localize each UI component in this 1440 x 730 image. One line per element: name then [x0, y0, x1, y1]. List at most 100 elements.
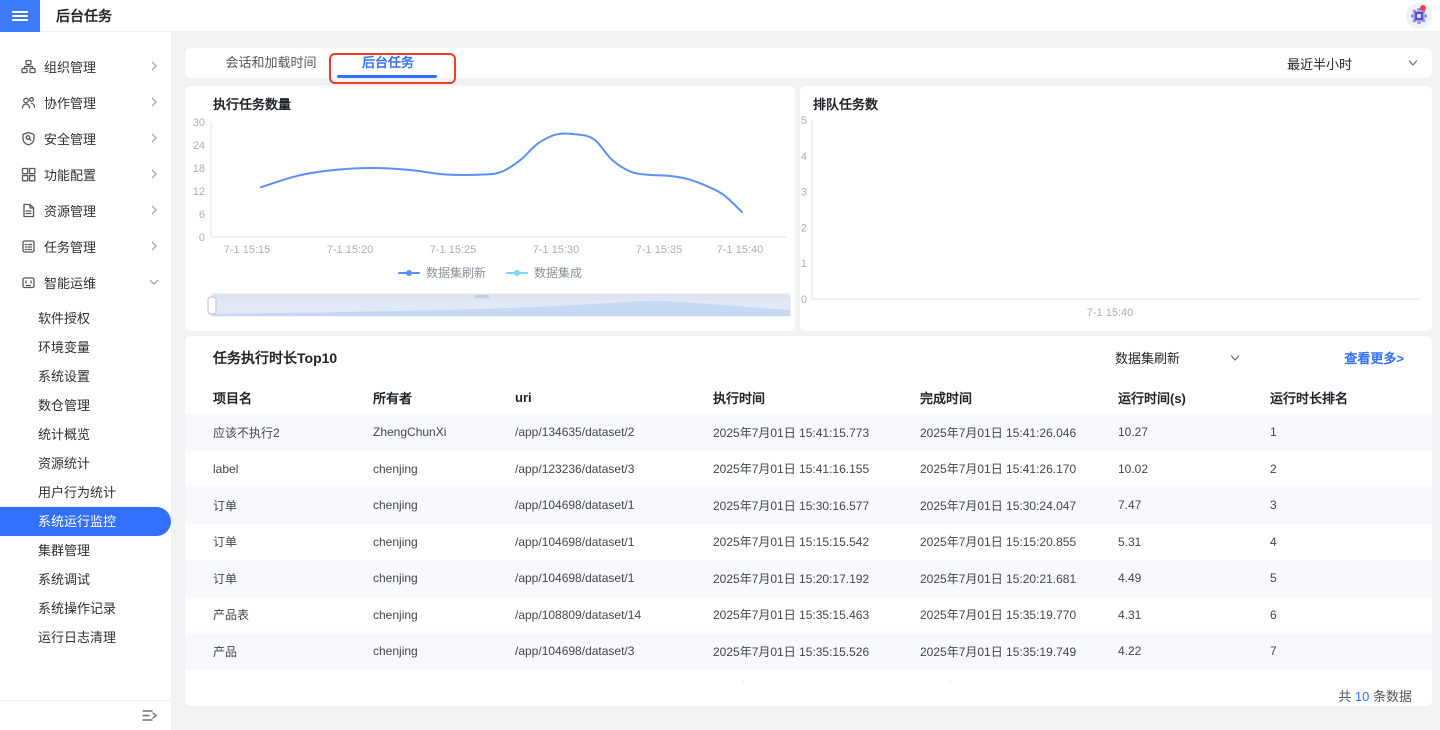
sidebar-subitem-12[interactable]: 运行日志清理	[0, 623, 171, 652]
sidebar-item-label: 协作管理	[44, 95, 97, 111]
sidebar-item-label: 功能配置	[44, 167, 97, 183]
table-cell: 2025年7月01日 15:15:15.542	[713, 535, 870, 550]
svg-text:7-1 15:35: 7-1 15:35	[636, 244, 682, 256]
org-icon	[20, 58, 36, 74]
sidebar-subitem-3[interactable]: 系统设置	[0, 362, 171, 391]
view-more-link[interactable]: 查看更多>	[1344, 348, 1404, 367]
column-header-1: 项目名	[213, 390, 253, 406]
table-body[interactable]: 应该不执行2 ZhengChunXi/app/134635/dataset/2 20…	[185, 414, 1432, 682]
table-cell: 3	[1270, 498, 1277, 513]
executing-tasks-line-chart[interactable]: 0 6 12 18 24 30 7-1 15:15 7-1 15:20 7-1 15:25 7-1…	[185, 86, 795, 331]
table-cell: 2025年7月01日 15:30:24.047	[920, 498, 1077, 513]
sidebar-subitem-9[interactable]: 集群管理	[0, 536, 171, 565]
legend-item-2[interactable]: 数据集成	[506, 264, 582, 281]
sidebar-subitem-8[interactable]: 系统运行监控	[0, 507, 171, 536]
table-cell: 2025年7月01日 15:20:21.681	[920, 571, 1077, 586]
tab-2[interactable]: 后台任务	[328, 48, 448, 78]
table-cell: 产品表	[213, 608, 250, 623]
sidebar-subitem-5[interactable]: 统计概览	[0, 420, 171, 449]
table-cell: ZhengChunXi	[373, 425, 447, 440]
time-range-select[interactable]: 最近半小时	[1287, 48, 1418, 78]
legend-item-1[interactable]: 数据集刷新	[397, 264, 486, 281]
table-cell: /app/104698/dataset/3	[515, 644, 635, 659]
datazoom-left-handle[interactable]	[207, 296, 217, 315]
chevron-down-icon	[1408, 60, 1418, 66]
footer-text: 条数据	[1369, 689, 1412, 704]
table-cell: chenjing	[373, 534, 418, 549]
hamburger-icon	[12, 11, 28, 21]
sidebar-item-5[interactable]: 资源管理	[0, 192, 171, 228]
series-line-refresh	[260, 132, 743, 214]
sidebar-item-6[interactable]: 任务管理	[0, 228, 171, 264]
sidebar-item-label: 任务管理	[44, 239, 97, 255]
sidebar-subitem-1[interactable]: 软件授权	[0, 304, 171, 333]
table-cell: 2	[1270, 461, 1277, 476]
task-duration-table-card: 任务执行时长Top10 数据集刷新 查看更多> 项目名 所有者 uri 执行时间 完成时…	[185, 336, 1432, 706]
table-cell: 2025年7月01日 15:35:15.526	[713, 644, 870, 659]
table-cell: 订单	[213, 571, 238, 586]
table-cell: 订单	[213, 498, 238, 513]
sidebar-subitem-7[interactable]: 用户行为统计	[0, 478, 171, 507]
table-cell: 2025年7月01日 15:35:19.846	[920, 679, 1118, 682]
robot-icon	[20, 274, 36, 290]
active-tab-underline	[337, 75, 437, 78]
legend-label: 数据集成	[534, 266, 583, 280]
app-gear-button[interactable]	[1406, 3, 1432, 29]
chevron-right-icon	[149, 239, 159, 254]
sidebar-collapse-button[interactable]	[142, 709, 157, 722]
table-row: 应该不执行2 ZhengChunXi/app/134635/dataset/2 20…	[185, 414, 1432, 451]
table-cell: chenjing	[373, 644, 418, 659]
team-icon	[20, 94, 36, 110]
column-header-7: 运行时长排名	[1270, 390, 1349, 406]
table-cell: chenjing	[373, 498, 418, 513]
table-filter-select[interactable]: 数据集刷新	[1115, 348, 1240, 367]
table-cell: /app/104698/dataset/1	[515, 571, 635, 586]
sidebar-item-2[interactable]: 协作管理	[0, 84, 171, 120]
footer-text: 共	[1338, 689, 1355, 704]
sidebar-item-4[interactable]: 功能配置	[0, 156, 171, 192]
notification-dot	[1420, 5, 1426, 11]
table-row: 订单 chenjing/app/104698/dataset/1 2025年7月01…	[185, 560, 1432, 597]
table-header-row: 项目名 所有者 uri 执行时间 完成时间 运行时间(s) 运行时长排名	[185, 380, 1432, 414]
legend-line-swatch	[506, 269, 528, 276]
table-cell: 7.47	[1118, 498, 1142, 513]
sidebar-subitem-11[interactable]: 系统操作记录	[0, 594, 171, 623]
svg-text:0: 0	[199, 232, 205, 244]
tab-1[interactable]: 会话和加载时间	[211, 48, 331, 78]
table-row: 订单 chenjing/app/104698/dataset/1 2025年7月01…	[185, 487, 1432, 524]
sidebar-subitem-6[interactable]: 资源统计	[0, 449, 171, 478]
svg-text:30: 30	[193, 117, 205, 129]
chevron-right-icon	[149, 167, 159, 182]
table-cell: chenjing	[373, 461, 418, 476]
table-cell: 10.02	[1118, 461, 1149, 476]
chevron-right-icon	[149, 131, 159, 146]
queued-tasks-line-chart[interactable]: 0 1 2 3 4 5 7-1 15:40	[800, 86, 1432, 331]
table-cell: 6	[1270, 607, 1277, 622]
hamburger-menu-button[interactable]	[0, 0, 40, 32]
sidebar-item-3[interactable]: 安全管理	[0, 120, 171, 156]
sidebar-item-1[interactable]: 组织管理	[0, 48, 171, 84]
column-header-3: uri	[515, 389, 532, 405]
sidebar-item-label: 组织管理	[44, 59, 97, 75]
executing-tasks-chart-card: 执行任务数量 0 6 12 18 24 30 7-1 15:15 7-1 15:20 7-1 1…	[185, 86, 795, 331]
datazoom-slider[interactable]	[207, 293, 791, 317]
sidebar-subitem-2[interactable]: 环境变量	[0, 333, 171, 362]
tab-bar: 会话和加载时间 后台任务 最近半小时	[185, 48, 1432, 78]
table-cell: 5.31	[1118, 534, 1142, 549]
sidebar-subitem-4[interactable]: 数仓管理	[0, 391, 171, 420]
table-cell: chenjing	[373, 681, 515, 682]
svg-text:7-1 15:25: 7-1 15:25	[430, 244, 476, 256]
table-filter-value: 数据集刷新	[1114, 351, 1180, 366]
sidebar-subitem-10[interactable]: 系统调试	[0, 565, 171, 594]
table-cell: 订单	[213, 679, 373, 682]
column-header-2: 所有者	[373, 390, 413, 406]
table-cell: 2025年7月01日 15:41:26.046	[920, 425, 1077, 440]
svg-text:6: 6	[199, 209, 205, 221]
footer-count: 10	[1354, 689, 1370, 704]
sidebar-item-label: 资源管理	[44, 203, 97, 219]
chart-legend: 数据集刷新 数据集成	[185, 264, 795, 281]
svg-text:3: 3	[801, 187, 807, 199]
table-cell: 产品	[213, 644, 238, 659]
table-row: 订单 chenjing/app/104698/dataset/1 2025年7月01…	[185, 524, 1432, 561]
sidebar-item-7[interactable]: 智能运维	[0, 264, 171, 300]
